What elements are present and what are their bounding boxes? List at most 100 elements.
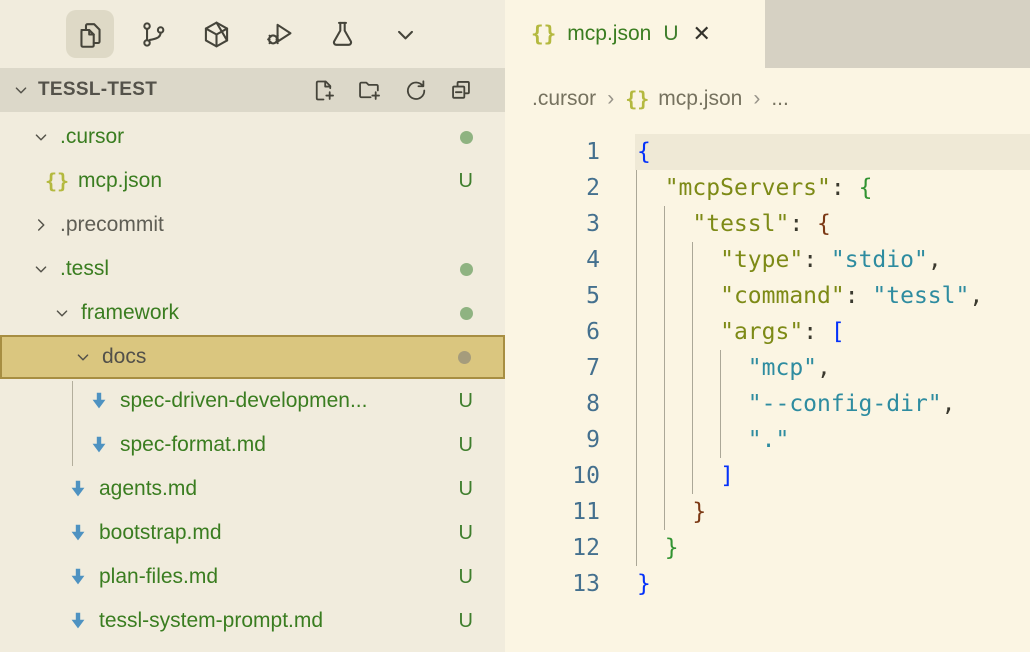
tree-item-spec-format-md[interactable]: spec-format.mdU [0, 423, 505, 467]
markdown-file-icon [65, 566, 91, 588]
collapse-all-icon [448, 77, 475, 104]
activity-bar [0, 0, 505, 68]
code-line-7[interactable]: 7 "mcp", [505, 350, 1030, 386]
git-modified-dot [460, 131, 473, 144]
code-line-content[interactable]: { [600, 134, 651, 170]
git-modified-dot [458, 351, 471, 364]
activity-item-run-debug[interactable] [255, 10, 303, 58]
new-folder-icon [356, 77, 383, 104]
code-line-13[interactable]: 13} [505, 566, 1030, 602]
tree-item-framework[interactable]: framework [0, 291, 505, 335]
collapse-all-button[interactable] [448, 77, 475, 104]
new-file-icon [310, 77, 337, 104]
code-line-content[interactable]: "tessl": { [600, 206, 831, 242]
code-line-2[interactable]: 2 "mcpServers": { [505, 170, 1030, 206]
debug-icon [264, 19, 295, 50]
chevron-right-icon [30, 214, 52, 236]
flask-icon [327, 19, 358, 50]
tree-item-precommit[interactable]: .precommit [0, 203, 505, 247]
line-number: 12 [505, 530, 600, 566]
tree-item-mcp-json[interactable]: {}mcp.jsonU [0, 159, 505, 203]
code-line-content[interactable]: ] [600, 458, 734, 494]
tree-item-cursor[interactable]: .cursor [0, 115, 505, 159]
refresh-icon [402, 77, 429, 104]
code-line-6[interactable]: 6 "args": [ [505, 314, 1030, 350]
code-line-content[interactable]: "args": [ [600, 314, 845, 350]
code-line-1[interactable]: 1{ [505, 134, 1030, 170]
line-number: 11 [505, 494, 600, 530]
refresh-button[interactable] [402, 77, 429, 104]
git-modified-dot [460, 263, 473, 276]
tree-item-agents-md[interactable]: agents.md U [0, 467, 505, 511]
breadcrumb-segment[interactable]: .cursor [532, 87, 596, 111]
new-file-button[interactable] [310, 77, 337, 104]
code-line-3[interactable]: 3 "tessl": { [505, 206, 1030, 242]
tree-item-spec-driven-developmen[interactable]: spec-driven-developmen...U [0, 379, 505, 423]
tab-modified-badge: U [663, 22, 678, 46]
code-line-content[interactable]: "." [600, 422, 789, 458]
tree-item-tessl-system-prompt-md[interactable]: tessl-system-prompt.mdU [0, 599, 505, 643]
breadcrumb-segment-label: ... [771, 87, 789, 111]
code-line-content[interactable]: "type": "stdio", [600, 242, 942, 278]
tree-item-tessl[interactable]: .tessl [0, 247, 505, 291]
code-editor[interactable]: 1{2 "mcpServers": {3 "tessl": {4 "type":… [505, 130, 1030, 652]
line-number: 8 [505, 386, 600, 422]
tree-item-label: framework [81, 301, 179, 325]
line-number: 5 [505, 278, 600, 314]
activity-item-testing[interactable] [318, 10, 366, 58]
code-line-12[interactable]: 12 } [505, 530, 1030, 566]
new-folder-button[interactable] [356, 77, 383, 104]
git-modified-dot [460, 307, 473, 320]
code-line-10[interactable]: 10 ] [505, 458, 1030, 494]
tree-item-label: .tessl [60, 257, 109, 281]
tree-item-label: bootstrap.md [99, 521, 222, 545]
code-line-content[interactable]: } [600, 494, 706, 530]
markdown-file-icon [86, 390, 112, 412]
code-line-11[interactable]: 11 } [505, 494, 1030, 530]
code-line-5[interactable]: 5 "command": "tessl", [505, 278, 1030, 314]
git-untracked-badge: U [459, 434, 473, 457]
line-number: 6 [505, 314, 600, 350]
chevron-down-icon [30, 126, 52, 148]
code-line-content[interactable]: "mcpServers": { [600, 170, 872, 206]
breadcrumb-segment[interactable]: ... [771, 87, 789, 111]
breadcrumb: .cursor›{}mcp.json›... [505, 68, 1030, 130]
tree-item-label: .precommit [60, 213, 164, 237]
code-line-content[interactable]: "--config-dir", [600, 386, 956, 422]
code-line-content[interactable]: "mcp", [600, 350, 831, 386]
activity-item-explorer[interactable] [66, 10, 114, 58]
code-line-4[interactable]: 4 "type": "stdio", [505, 242, 1030, 278]
git-untracked-badge: U [459, 522, 473, 545]
git-untracked-badge: U [459, 610, 473, 633]
explorer-collapse-chevron-icon[interactable] [10, 79, 32, 101]
tab-close-icon[interactable]: ✕ [693, 23, 711, 45]
json-file-icon: {} [44, 169, 70, 193]
git-untracked-badge: U [459, 566, 473, 589]
activity-item-extensions[interactable] [192, 10, 240, 58]
json-file-icon: {} [625, 87, 649, 111]
files-icon [75, 19, 106, 50]
chevron-down-icon [390, 19, 421, 50]
git-untracked-badge: U [459, 478, 473, 501]
tree-item-plan-files-md[interactable]: plan-files.mdU [0, 555, 505, 599]
code-line-content[interactable]: } [600, 530, 679, 566]
tree-item-label: agents.md [99, 477, 197, 501]
markdown-file-icon [86, 434, 112, 456]
code-line-content[interactable]: } [600, 566, 651, 602]
tab-bar: {} mcp.json U ✕ [505, 0, 1030, 68]
tab-label: mcp.json [567, 22, 651, 46]
breadcrumb-separator-icon: › [607, 87, 614, 111]
activity-item-more-views[interactable] [381, 10, 429, 58]
tab-mcp-json[interactable]: {} mcp.json U ✕ [505, 0, 765, 68]
code-line-9[interactable]: 9 "." [505, 422, 1030, 458]
tree-item-bootstrap-md[interactable]: bootstrap.md U [0, 511, 505, 555]
chevron-down-icon [72, 346, 94, 368]
breadcrumb-segment[interactable]: {}mcp.json [625, 87, 742, 111]
line-number: 2 [505, 170, 600, 206]
tree-item-label: spec-driven-developmen... [120, 389, 367, 413]
activity-item-source-control[interactable] [129, 10, 177, 58]
code-line-content[interactable]: "command": "tessl", [600, 278, 983, 314]
tree-item-docs[interactable]: docs [0, 335, 505, 379]
chevron-down-icon [51, 302, 73, 324]
code-line-8[interactable]: 8 "--config-dir", [505, 386, 1030, 422]
